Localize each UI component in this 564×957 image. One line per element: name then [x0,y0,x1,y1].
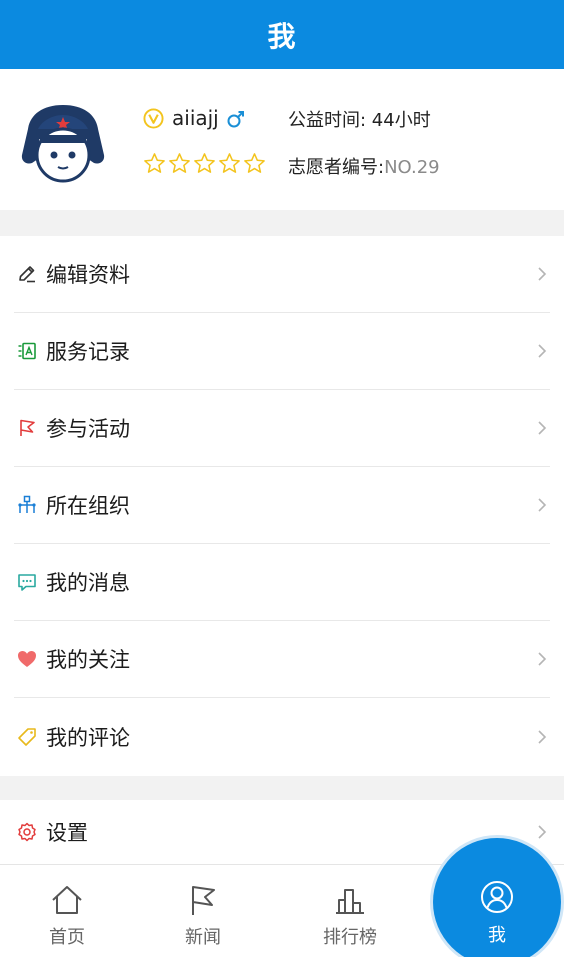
tab-me[interactable]: 我 [433,864,561,957]
star-icon [194,153,215,173]
menu-list: 编辑资料 服务记录 参与活动 所在组织 我的消息 我的关注 我的评论 [0,236,564,776]
chevron-right-icon [538,344,547,358]
organization-icon [16,494,38,516]
gear-icon [16,821,38,843]
menu-item-service-record[interactable]: 服务记录 [14,313,550,390]
name-row: aiiajj [143,105,245,131]
tab-label: 首页 [49,927,85,948]
chevron-right-icon [538,421,547,435]
tab-label: 我 [488,925,506,946]
page-title: 我 [267,19,297,53]
volunteer-number-label: 志愿者编号: [288,157,385,178]
menu-item-messages[interactable]: 我的消息 [14,544,550,621]
avatar [21,105,105,183]
app-header: 我 [0,0,564,69]
flag-icon [16,417,38,439]
tab-home[interactable]: 首页 [2,865,132,957]
menu-item-label: 所在组织 [46,494,130,518]
edit-icon [16,263,38,285]
service-record-icon [16,340,38,362]
username: aiiajj [172,106,219,130]
service-hours: 公益时间: 44小时 [288,110,431,131]
male-icon [227,111,244,128]
menu-item-activities[interactable]: 参与活动 [14,390,550,467]
menu-item-label: 服务记录 [46,340,130,364]
menu-item-label: 我的消息 [46,571,130,595]
star-icon [169,153,190,173]
message-icon [16,571,38,593]
user-icon [481,881,513,913]
volunteer-number: 志愿者编号:NO.29 [288,153,440,179]
vip-badge-icon [143,107,164,129]
home-icon [52,886,82,914]
menu-item-label: 参与活动 [46,417,130,441]
tab-news[interactable]: 新闻 [138,865,268,957]
star-icon [219,153,240,173]
star-rating [143,152,268,175]
ranking-icon [336,889,364,914]
chevron-right-icon [538,498,547,512]
chevron-right-icon [538,652,547,666]
profile-card[interactable]: aiiajj 公益时间: 44小时 志愿者编号:NO.29 [0,69,564,210]
flag-icon [192,886,215,915]
tab-ranking[interactable]: 排行榜 [285,865,415,957]
menu-item-edit-profile[interactable]: 编辑资料 [14,236,550,313]
menu-item-label: 我的关注 [46,648,130,672]
chevron-right-icon [538,825,547,839]
star-icon [244,153,265,173]
menu-item-following[interactable]: 我的关注 [14,621,550,698]
volunteer-number-value: NO.29 [384,157,440,178]
tab-label: 排行榜 [323,927,377,948]
tag-icon [16,726,38,748]
menu-item-label: 我的评论 [46,725,130,750]
menu-item-label: 设置 [46,821,88,845]
menu-item-organization[interactable]: 所在组织 [14,467,550,544]
chevron-right-icon [538,729,547,744]
tab-label: 新闻 [185,927,221,948]
star-icon [144,153,165,173]
heart-icon [16,648,38,670]
menu-item-comments[interactable]: 我的评论 [14,698,550,775]
menu-item-label: 编辑资料 [46,263,130,287]
chevron-right-icon [538,267,547,281]
